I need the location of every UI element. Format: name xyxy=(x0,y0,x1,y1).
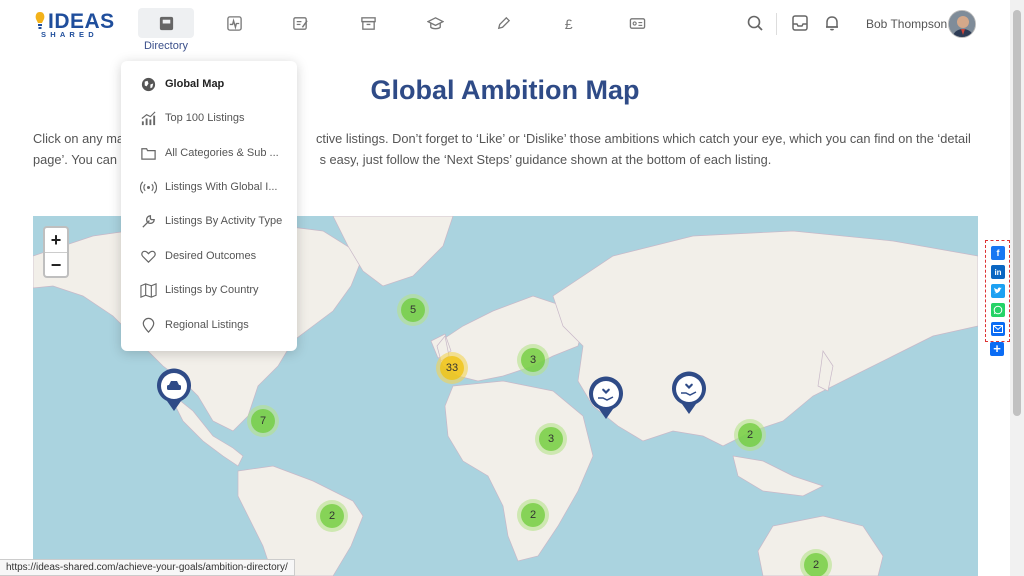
menu-item-by-country[interactable]: Listings by Country xyxy=(121,276,297,304)
map-icon xyxy=(140,282,157,298)
wrench-icon xyxy=(142,214,155,228)
user-name[interactable]: Bob Thompson xyxy=(866,17,947,31)
map-pin-marker[interactable] xyxy=(153,366,195,412)
menu-item-global-impact[interactable]: Listings With Global I... xyxy=(121,173,297,201)
folder-icon xyxy=(141,147,156,160)
header-divider xyxy=(776,13,777,35)
menu-item-activity-type[interactable]: Listings By Activity Type xyxy=(121,207,297,235)
scrollbar-thumb[interactable] xyxy=(1013,10,1021,416)
link-status-bar: https://ideas-shared.com/achieve-your-go… xyxy=(0,559,295,576)
chart-up-icon xyxy=(141,110,156,125)
page-scrollbar[interactable] xyxy=(1010,0,1024,576)
map-cluster[interactable]: 3 xyxy=(535,423,567,455)
activity-icon xyxy=(226,15,242,31)
social-share-bar: f in xyxy=(985,240,1010,342)
twitter-icon[interactable] xyxy=(991,284,1005,298)
inbox-icon[interactable] xyxy=(791,14,809,32)
menu-item-global-map[interactable]: Global Map xyxy=(121,70,297,98)
page: IDEAS SHARED Directory £ Bob Thompson Gl… xyxy=(0,0,1024,576)
zoom-in-button[interactable]: + xyxy=(45,228,67,252)
map-pin-marker[interactable] xyxy=(585,374,627,420)
menu-item-top-100[interactable]: Top 100 Listings xyxy=(121,104,297,132)
menu-item-label: Listings By Activity Type xyxy=(165,215,283,227)
menu-item-label: Listings With Global I... xyxy=(165,181,278,193)
menu-item-label: Top 100 Listings xyxy=(165,112,245,124)
map-cluster[interactable]: 5 xyxy=(397,294,429,326)
nav-learning[interactable] xyxy=(407,8,463,38)
cluster-count: 3 xyxy=(521,348,545,372)
cluster-count: 2 xyxy=(320,504,344,528)
bell-icon[interactable] xyxy=(823,14,841,32)
logo-subtext: SHARED xyxy=(41,30,98,39)
nav-write[interactable] xyxy=(475,8,531,38)
map-cluster[interactable]: 33 xyxy=(436,352,468,384)
zoom-control: + − xyxy=(43,226,69,278)
user-avatar[interactable] xyxy=(948,10,976,38)
share-more-button[interactable]: + xyxy=(990,342,1004,356)
cluster-count: 3 xyxy=(539,427,563,451)
nav-directory[interactable] xyxy=(138,8,194,38)
map-cluster[interactable]: 7 xyxy=(247,405,279,437)
linkedin-icon[interactable]: in xyxy=(991,265,1005,279)
email-icon[interactable] xyxy=(991,322,1005,336)
menu-item-label: Desired Outcomes xyxy=(165,250,257,262)
menu-item-label: Listings by Country xyxy=(165,284,259,296)
lightbulb-logo-icon xyxy=(35,12,45,29)
phone-bubble-glyph xyxy=(993,305,1003,315)
avatar-image xyxy=(949,11,975,37)
nav-profile-card[interactable] xyxy=(609,8,665,38)
envelope-glyph xyxy=(993,325,1003,333)
archive-icon xyxy=(360,16,376,30)
broadcast-icon xyxy=(140,180,157,194)
menu-item-desired-outcomes[interactable]: Desired Outcomes xyxy=(121,242,297,270)
ideas-shared-logo[interactable]: IDEAS SHARED xyxy=(34,10,114,40)
edit-note-icon xyxy=(292,16,308,30)
map-pin-marker[interactable] xyxy=(668,369,710,415)
globe-icon xyxy=(141,77,156,91)
id-card-icon xyxy=(629,17,645,29)
menu-item-all-categories[interactable]: All Categories & Sub ... xyxy=(121,139,297,167)
nav-activity[interactable] xyxy=(206,8,262,38)
directory-dropdown-menu: Global Map Top 100 Listings All Categori… xyxy=(121,61,297,351)
bird-glyph xyxy=(994,287,1002,294)
map-cluster[interactable]: 2 xyxy=(517,499,549,531)
top-header: IDEAS SHARED Directory £ Bob Thompson xyxy=(0,0,1010,56)
cluster-count: 33 xyxy=(440,356,464,380)
cluster-count: 7 xyxy=(251,409,275,433)
cluster-count: 5 xyxy=(401,298,425,322)
cluster-count: 2 xyxy=(521,503,545,527)
cluster-count: 2 xyxy=(804,553,828,576)
menu-item-regional[interactable]: Regional Listings xyxy=(121,311,297,339)
cluster-count: 2 xyxy=(738,423,762,447)
location-icon xyxy=(142,317,155,333)
svg-text:£: £ xyxy=(564,17,572,32)
heart-icon xyxy=(141,250,156,263)
whatsapp-icon[interactable] xyxy=(991,303,1005,317)
menu-item-label: Regional Listings xyxy=(165,319,249,331)
search-icon[interactable] xyxy=(746,14,764,32)
directory-icon xyxy=(159,16,173,30)
nav-archive[interactable] xyxy=(340,8,396,38)
map-cluster[interactable]: 2 xyxy=(316,500,348,532)
nav-directory-caption: Directory xyxy=(143,40,188,52)
map-cluster[interactable]: 2 xyxy=(800,549,832,576)
facebook-icon[interactable]: f xyxy=(991,246,1005,260)
zoom-out-button[interactable]: − xyxy=(45,252,67,276)
graduation-cap-icon xyxy=(426,16,444,29)
menu-item-label: All Categories & Sub ... xyxy=(165,147,279,159)
map-cluster[interactable]: 2 xyxy=(734,419,766,451)
pencil-icon xyxy=(497,16,510,29)
pound-icon: £ xyxy=(564,17,572,32)
map-cluster[interactable]: 3 xyxy=(517,344,549,376)
nav-finance[interactable]: £ xyxy=(541,8,597,38)
nav-notes[interactable] xyxy=(272,8,328,38)
menu-item-label: Global Map xyxy=(165,78,225,90)
